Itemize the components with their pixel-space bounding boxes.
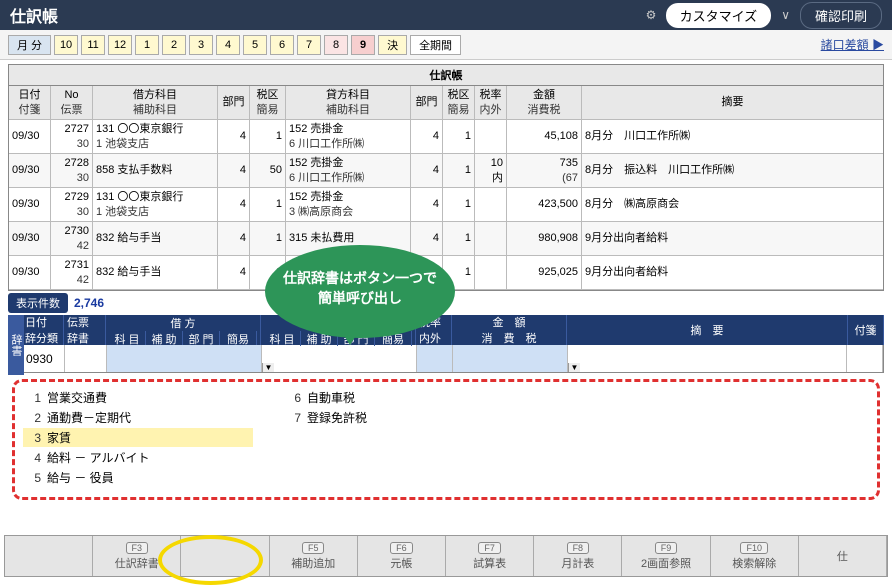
month-10[interactable]: 10: [54, 35, 78, 55]
titlebar-right: ⚙ カスタマイズ ∨ 確認印刷: [646, 2, 882, 29]
fkey-F9[interactable]: F92画面参照: [622, 536, 710, 576]
entry-subheader: 日付辞分類 伝票辞書 借 方科 目補 助部 門簡易 貸 方科 目補 助部 門簡易…: [22, 315, 884, 345]
callout-bubble: 仕訳辞書はボタン一つで 簡単呼び出し: [265, 245, 455, 338]
count-value: 2,746: [74, 296, 104, 310]
table-row[interactable]: 09/30273042832 給与手当 41315 未払費用 41980,908…: [9, 222, 883, 256]
fkey-blank: [181, 536, 269, 576]
table-row[interactable]: 09/30272730131 〇〇東京銀行1 池袋支店41152 売掛金6 川口…: [9, 120, 883, 154]
month-9[interactable]: 9: [351, 35, 375, 55]
fkey-F3[interactable]: F3仕訳辞書: [93, 536, 181, 576]
shoguchi-link[interactable]: 諸口差額 ▶: [821, 36, 884, 53]
app-title: 仕訳帳: [10, 3, 58, 27]
table-row[interactable]: 09/30272830858 支払手数料 450152 売掛金6 川口工作所㈱4…: [9, 154, 883, 188]
entry-input-row[interactable]: 0930 ▼ ▼: [22, 345, 884, 373]
month-4[interactable]: 4: [216, 35, 240, 55]
fkey-blank[interactable]: 仕: [799, 536, 887, 576]
dict-side-label: 辞書: [8, 315, 24, 375]
table-header: 日付付箋 No伝票 借方科目補助科目 部門 税区簡易 貸方科目補助科目 部門 税…: [9, 86, 883, 120]
gear-icon[interactable]: ⚙: [646, 8, 660, 22]
month-label[interactable]: 月 分: [8, 35, 51, 55]
dict-item[interactable]: 7登録免許税: [283, 408, 513, 427]
month-5[interactable]: 5: [243, 35, 267, 55]
journal-table: 仕訳帳 日付付箋 No伝票 借方科目補助科目 部門 税区簡易 貸方科目補助科目 …: [8, 64, 884, 291]
dropdown-icon[interactable]: ▼: [262, 363, 274, 372]
input-date[interactable]: 0930: [23, 345, 65, 372]
month-1[interactable]: 1: [135, 35, 159, 55]
month-8[interactable]: 8: [324, 35, 348, 55]
titlebar: 仕訳帳 ⚙ カスタマイズ ∨ 確認印刷: [0, 0, 892, 30]
dropdown-icon[interactable]: ▼: [568, 363, 580, 372]
count-label: 表示件数: [8, 293, 68, 313]
kessan-button[interactable]: 決: [378, 35, 407, 55]
table-caption: 仕訳帳: [9, 65, 883, 86]
month-bar: 月 分 10 11 12 1 2 3 4 5 6 7 8 9 決 全期間 諸口差…: [0, 30, 892, 60]
fkey-F10[interactable]: F10検索解除: [711, 536, 799, 576]
customize-button[interactable]: カスタマイズ: [666, 3, 772, 28]
all-period-button[interactable]: 全期間: [410, 35, 461, 55]
dict-item[interactable]: 5給与 － 役員: [23, 468, 253, 487]
fkey-F6[interactable]: F6元帳: [358, 536, 446, 576]
dict-item[interactable]: 2通勤費－定期代: [23, 408, 253, 427]
fkey-F7[interactable]: F7試算表: [446, 536, 534, 576]
month-6[interactable]: 6: [270, 35, 294, 55]
fkey-F5[interactable]: F5補助追加: [270, 536, 358, 576]
month-7[interactable]: 7: [297, 35, 321, 55]
dictionary-popup: 1営業交通費2通勤費－定期代3家賃4給料 － アルバイト5給与 － 役員 6自動…: [12, 379, 880, 500]
fkey-blank: [5, 536, 93, 576]
dict-item[interactable]: 4給料 － アルバイト: [23, 448, 253, 467]
dict-item[interactable]: 3家賃: [23, 428, 253, 447]
fkey-F8[interactable]: F8月計表: [534, 536, 622, 576]
table-row[interactable]: 09/30272930131 〇〇東京銀行1 池袋支店41152 売掛金3 ㈱高…: [9, 188, 883, 222]
chevron-down-icon: ∨: [781, 8, 790, 22]
confirm-print-button[interactable]: 確認印刷: [800, 2, 882, 29]
month-11[interactable]: 11: [81, 35, 105, 55]
dict-item[interactable]: 6自動車税: [283, 388, 513, 407]
function-key-bar: F3仕訳辞書 F5補助追加F6元帳F7試算表F8月計表F92画面参照F10検索解除…: [4, 535, 888, 577]
dict-item[interactable]: 1営業交通費: [23, 388, 253, 407]
month-2[interactable]: 2: [162, 35, 186, 55]
month-12[interactable]: 12: [108, 35, 132, 55]
month-3[interactable]: 3: [189, 35, 213, 55]
